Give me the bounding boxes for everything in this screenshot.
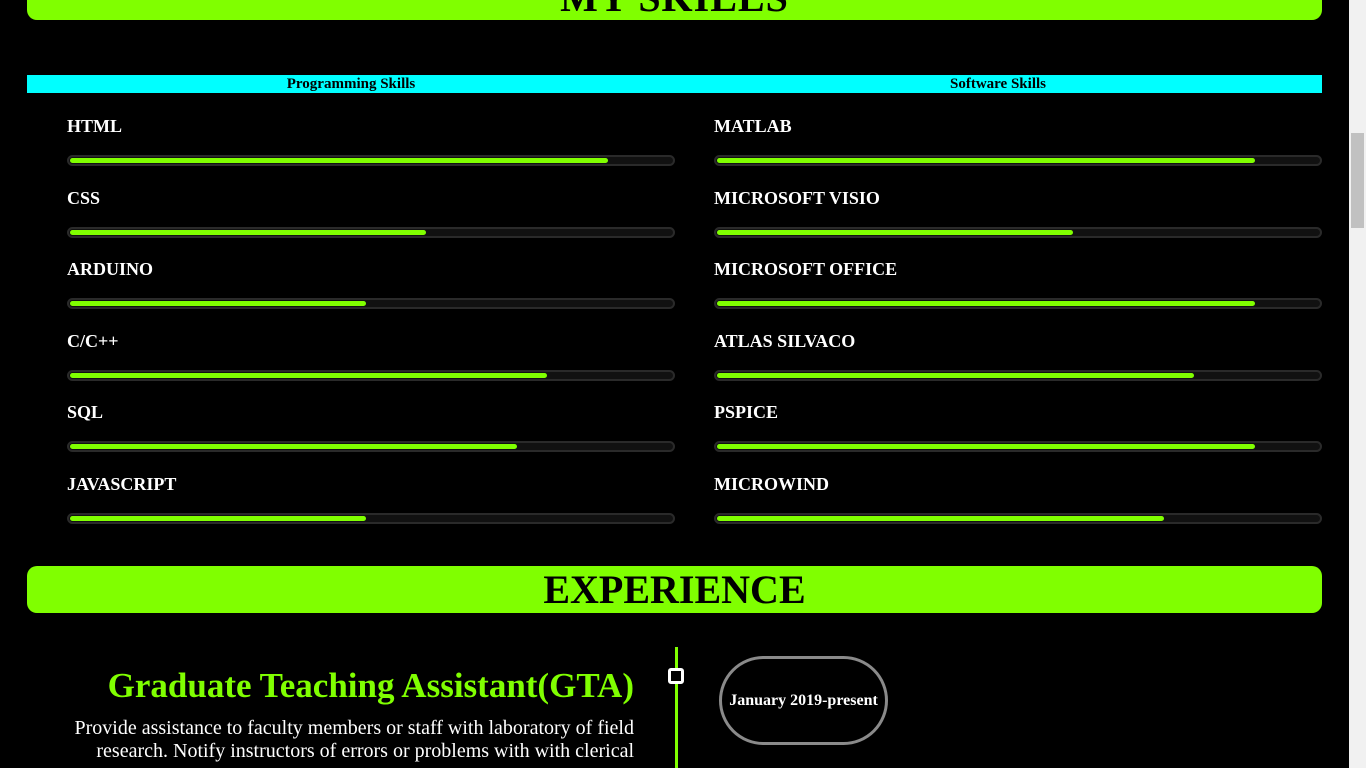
- skill-progress-fill: [70, 444, 517, 449]
- skill-name: ARDUINO: [67, 259, 154, 279]
- skill-name: CSS: [67, 187, 101, 208]
- programming-skills-list: HTML CSS ARDUINO C/C++ SQL JAVASCRIPT: [67, 115, 675, 544]
- skill-item: HTML: [67, 115, 675, 187]
- skill-item: CSS: [67, 187, 675, 259]
- skill-progress-bar: [67, 298, 675, 309]
- skill-item: MICROSOFT OFFICE: [714, 258, 1322, 330]
- skill-progress-fill: [70, 301, 366, 306]
- skill-item: ARDUINO: [67, 258, 675, 330]
- timeline-marker: [668, 668, 684, 684]
- timeline-line: [675, 647, 678, 768]
- skill-progress-bar: [67, 512, 675, 524]
- skill-name: MICROWIND: [714, 473, 829, 494]
- skill-progress-fill: [717, 301, 1255, 306]
- skill-progress-bar: [67, 369, 675, 381]
- skill-progress-fill: [717, 444, 1255, 449]
- skill-progress-bar: [67, 226, 675, 238]
- skill-name: MICROSOFT VISIO: [714, 187, 880, 208]
- skill-name: JAVASCRIPT: [67, 473, 177, 494]
- skill-item: JAVASCRIPT: [67, 473, 675, 545]
- software-skills-heading: Software Skills: [950, 76, 1046, 92]
- skill-progress-fill: [717, 515, 1164, 521]
- skill-progress-bar: [67, 441, 675, 452]
- skill-progress-fill: [70, 229, 427, 235]
- skill-name: C/C++: [67, 330, 119, 351]
- scrollbar-thumb[interactable]: [1351, 133, 1364, 228]
- programming-skills-heading: Programming Skills: [286, 76, 416, 92]
- skill-progress-bar: [714, 298, 1322, 309]
- skill-progress-fill: [70, 158, 608, 163]
- skill-progress-fill: [717, 372, 1195, 378]
- experience-section-title: EXPERIENCE: [543, 566, 806, 612]
- skills-section-header: MY SKILLS: [27, 0, 1322, 20]
- skill-item: ATLAS SILVACO: [714, 330, 1322, 402]
- skill-name: ATLAS SILVACO: [714, 330, 856, 351]
- skill-progress-bar: [714, 369, 1322, 381]
- skill-name: HTML: [67, 116, 123, 136]
- job-title: Graduate Teaching Assistant(GTA): [107, 666, 634, 705]
- skill-item: MICROSOFT VISIO: [714, 187, 1322, 259]
- skill-progress-fill: [70, 372, 548, 378]
- skill-progress-bar: [714, 226, 1322, 238]
- software-skills-list: MATLAB MICROSOFT VISIO MICROSOFT OFFICE ATL…: [714, 115, 1322, 544]
- skill-progress-bar: [67, 155, 675, 166]
- skill-name: PSPICE: [714, 402, 779, 422]
- job-description: Provide assistance to faculty members or…: [74, 717, 634, 762]
- skill-name: SQL: [67, 402, 104, 422]
- skill-progress-fill: [70, 515, 366, 521]
- skill-name: MICROSOFT OFFICE: [714, 259, 898, 279]
- skill-item: PSPICE: [714, 401, 1322, 473]
- job-date-badge: January 2019-present: [719, 656, 888, 745]
- skill-item: C/C++: [67, 330, 675, 402]
- skill-progress-bar: [714, 441, 1322, 452]
- skill-progress-fill: [717, 158, 1255, 163]
- skills-section-title: MY SKILLS: [560, 0, 789, 18]
- skill-item: SQL: [67, 401, 675, 473]
- skill-progress-fill: [717, 229, 1074, 235]
- skill-categories-bar: Programming Skills Software Skills: [27, 75, 1322, 93]
- skill-name: MATLAB: [714, 116, 792, 136]
- skill-progress-bar: [714, 155, 1322, 166]
- skill-item: MATLAB: [714, 115, 1322, 187]
- page-scrollbar[interactable]: [1349, 0, 1366, 768]
- skill-progress-bar: [714, 512, 1322, 524]
- experience-section-header: EXPERIENCE: [27, 566, 1322, 613]
- skill-item: MICROWIND: [714, 473, 1322, 545]
